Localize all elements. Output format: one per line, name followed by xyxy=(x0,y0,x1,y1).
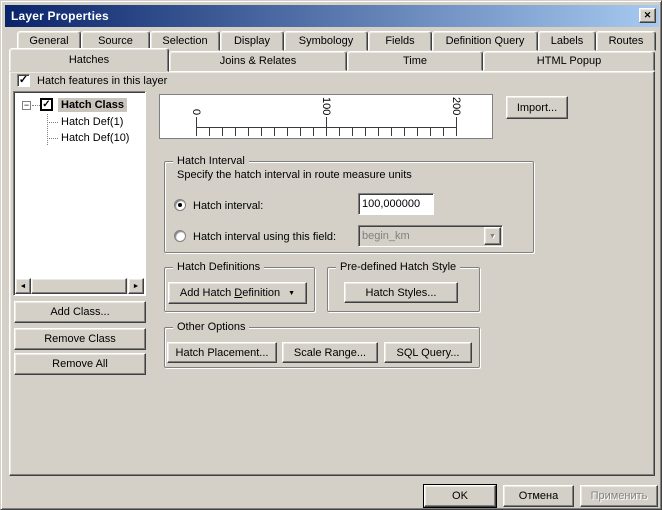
tree-horizontal-scrollbar[interactable]: ◄ ► xyxy=(15,278,144,294)
scale-range-button[interactable]: Scale Range... xyxy=(282,342,378,363)
hatch-placement-button[interactable]: Hatch Placement... xyxy=(167,342,277,363)
chevron-down-icon: ▼ xyxy=(288,289,296,297)
hatch-features-checkbox[interactable]: ✓ xyxy=(17,74,30,87)
ruler-tick xyxy=(248,128,249,136)
group-title: Other Options xyxy=(173,321,250,333)
field-combobox: begin_km ▼ xyxy=(358,225,503,247)
ruler-tick xyxy=(196,117,197,136)
ruler-tick xyxy=(313,128,314,136)
tab-time[interactable]: Time xyxy=(347,51,483,71)
tab-definition-query[interactable]: Definition Query xyxy=(432,31,538,51)
ruler-tick xyxy=(287,128,288,136)
ruler-tick xyxy=(209,128,210,136)
apply-button: Применить xyxy=(580,485,658,507)
scroll-left-icon[interactable]: ◄ xyxy=(15,278,31,294)
layer-properties-dialog: Layer Properties ✕ General Source Select… xyxy=(0,0,662,510)
check-icon: ✓ xyxy=(42,98,51,110)
ok-button[interactable]: OK xyxy=(423,484,497,508)
hatch-interval-field-radio[interactable] xyxy=(174,230,186,242)
tree-connector xyxy=(47,138,58,139)
group-title: Pre-defined Hatch Style xyxy=(336,261,461,273)
tab-fields[interactable]: Fields xyxy=(368,31,432,51)
close-icon: ✕ xyxy=(643,10,652,20)
ruler-label: 200 xyxy=(450,96,462,115)
hatch-interval-radio[interactable] xyxy=(174,199,186,211)
hatch-class-tree[interactable]: − ✓ Hatch Class Hatch Def(1) Hatch Def(1… xyxy=(13,91,146,296)
import-button[interactable]: Import... xyxy=(506,96,568,119)
scroll-right-icon[interactable]: ► xyxy=(128,278,144,294)
ruler-tick xyxy=(339,128,340,136)
remove-class-button[interactable]: Remove Class xyxy=(14,328,146,350)
remove-all-button[interactable]: Remove All xyxy=(14,353,146,375)
ruler-label: 100 xyxy=(320,96,332,115)
ruler-tick xyxy=(274,128,275,136)
ruler-tick xyxy=(300,128,301,136)
add-hatch-definition-button[interactable]: Add Hatch Definition ▼ xyxy=(168,282,307,304)
tab-hatches[interactable]: Hatches xyxy=(9,48,169,72)
tab-joins-relates[interactable]: Joins & Relates xyxy=(169,51,347,71)
hatch-interval-input[interactable]: 100,000000 xyxy=(358,193,434,215)
hatch-interval-description: Specify the hatch interval in route meas… xyxy=(177,169,412,181)
ruler-tick xyxy=(417,128,418,136)
tree-expander-icon[interactable]: − xyxy=(22,101,31,110)
tree-item-hatch-def-10[interactable]: Hatch Def(10) xyxy=(61,132,129,144)
scrollbar-thumb[interactable] xyxy=(31,278,127,294)
tab-display[interactable]: Display xyxy=(220,31,284,51)
hatch-ruler: 0 100 200 xyxy=(159,94,493,139)
close-button[interactable]: ✕ xyxy=(639,8,656,23)
ruler-tick xyxy=(222,128,223,136)
title-bar[interactable]: Layer Properties ✕ xyxy=(5,5,659,27)
ruler-tick xyxy=(235,128,236,136)
tree-item-hatch-def-1[interactable]: Hatch Def(1) xyxy=(61,116,123,128)
check-icon: ✓ xyxy=(18,74,29,86)
group-title: Hatch Interval xyxy=(173,155,249,167)
ruler-tick xyxy=(391,128,392,136)
ruler-tick xyxy=(430,128,431,136)
tree-connector xyxy=(47,122,58,123)
ruler-tick xyxy=(456,117,457,136)
hatch-interval-radio-label: Hatch interval: xyxy=(193,200,264,212)
group-title: Hatch Definitions xyxy=(173,261,265,273)
tab-routes[interactable]: Routes xyxy=(596,31,656,51)
chevron-down-icon: ▼ xyxy=(484,227,501,245)
ruler-tick xyxy=(443,128,444,136)
tree-root-checkbox[interactable]: ✓ xyxy=(40,98,53,111)
ruler-tick xyxy=(326,117,327,136)
tree-connector xyxy=(47,114,48,145)
tree-item-hatch-class[interactable]: Hatch Class xyxy=(58,98,127,112)
add-class-button[interactable]: Add Class... xyxy=(14,301,146,323)
tab-symbology[interactable]: Symbology xyxy=(284,31,368,51)
tree-connector xyxy=(32,105,40,106)
ruler-tick xyxy=(365,128,366,136)
hatch-interval-field-radio-label: Hatch interval using this field: xyxy=(193,231,337,243)
hatch-styles-button[interactable]: Hatch Styles... xyxy=(344,282,458,303)
window-title: Layer Properties xyxy=(11,9,109,23)
cancel-button[interactable]: Отмена xyxy=(503,485,574,507)
tab-html-popup[interactable]: HTML Popup xyxy=(483,51,655,71)
sql-query-button[interactable]: SQL Query... xyxy=(384,342,472,363)
ruler-tick xyxy=(378,128,379,136)
tab-labels[interactable]: Labels xyxy=(538,31,596,51)
ruler-label: 0 xyxy=(190,108,202,115)
ruler-tick xyxy=(261,128,262,136)
ruler-tick xyxy=(352,128,353,136)
hatch-features-label: Hatch features in this layer xyxy=(37,75,168,87)
ruler-tick xyxy=(404,128,405,136)
